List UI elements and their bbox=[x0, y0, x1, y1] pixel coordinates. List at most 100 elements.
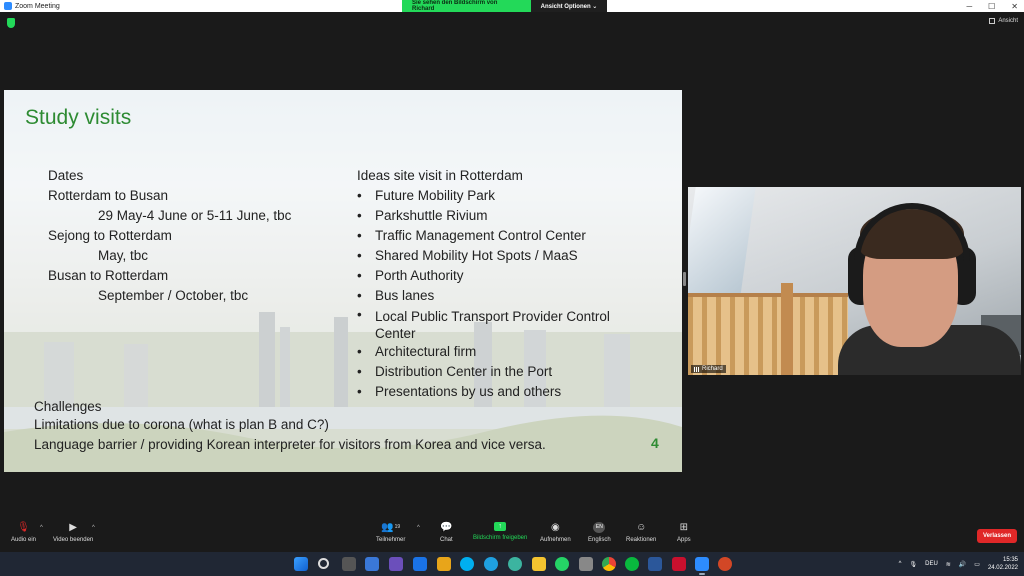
reactions-button[interactable]: ☺ Reaktionen bbox=[626, 522, 656, 543]
outlook-icon[interactable] bbox=[413, 557, 427, 571]
audio-options-caret[interactable]: ^ bbox=[40, 525, 43, 531]
maximize-button[interactable]: ☐ bbox=[988, 2, 995, 11]
list-item: Distribution Center in the Port bbox=[355, 362, 610, 382]
chat-label: Chat bbox=[440, 537, 453, 543]
ideas-column: Ideas site visit in Rotterdam Future Mob… bbox=[355, 166, 610, 402]
video-railing bbox=[688, 297, 848, 375]
app-icon[interactable] bbox=[579, 557, 593, 571]
signal-bars-icon bbox=[694, 366, 700, 372]
close-button[interactable]: ✕ bbox=[1011, 2, 1018, 11]
audio-label: Audio ein bbox=[11, 537, 37, 543]
zoom-active-indicator bbox=[699, 573, 705, 575]
keyboard-language[interactable]: DEU bbox=[925, 561, 938, 567]
clock[interactable]: 15:35 24.02.2022 bbox=[988, 556, 1018, 572]
dates-line: May, tbc bbox=[98, 248, 149, 263]
leave-button[interactable]: Verlassen bbox=[977, 529, 1017, 543]
shield-icon[interactable] bbox=[7, 18, 15, 28]
list-item: Bus lanes bbox=[355, 286, 610, 306]
task-view-icon[interactable] bbox=[342, 557, 356, 571]
list-item: Local Public Transport Provider Control bbox=[355, 306, 610, 325]
zoom-icon[interactable] bbox=[695, 557, 709, 571]
apps-icon: ⊞ bbox=[679, 522, 689, 533]
search-icon[interactable] bbox=[318, 558, 329, 569]
folder-icon[interactable] bbox=[532, 557, 546, 571]
minimize-button[interactable]: ─ bbox=[966, 2, 972, 11]
record-icon: ◉ bbox=[550, 522, 560, 533]
list-item: Porth Authority bbox=[355, 266, 610, 286]
challenge-line: Limitations due to corona (what is plan … bbox=[34, 417, 329, 432]
wifi-icon[interactable]: ≋ bbox=[946, 561, 951, 568]
file-explorer-icon[interactable] bbox=[437, 557, 451, 571]
grid-icon bbox=[989, 18, 996, 24]
challenge-line: Language barrier / providing Korean inte… bbox=[34, 437, 546, 452]
system-tray: ^ 🎙 DEU ≋ 🔊 ▭ 15:35 24.02.2022 bbox=[899, 552, 1018, 576]
apps-button[interactable]: ⊞ Apps bbox=[677, 522, 691, 543]
video-button[interactable]: ▶ Video beenden bbox=[53, 522, 93, 543]
volume-icon[interactable]: 🔊 bbox=[959, 561, 966, 568]
video-options-caret[interactable]: ^ bbox=[92, 525, 95, 531]
window-title: Zoom Meeting bbox=[15, 2, 60, 10]
skype-icon[interactable] bbox=[460, 557, 474, 571]
pdf-icon[interactable] bbox=[672, 557, 686, 571]
video-icon: ▶ bbox=[69, 522, 77, 533]
dates-line: Busan to Rotterdam bbox=[48, 268, 169, 283]
participant-name: Richard bbox=[702, 366, 723, 372]
edge-icon[interactable] bbox=[484, 557, 498, 571]
dates-line: Rotterdam to Busan bbox=[48, 188, 169, 203]
splitter-handle[interactable] bbox=[683, 272, 686, 286]
video-post bbox=[781, 283, 793, 375]
list-item: Shared Mobility Hot Spots / MaaS bbox=[355, 246, 610, 266]
video-label: Video beenden bbox=[53, 537, 94, 543]
browser-icon[interactable] bbox=[508, 557, 522, 571]
chat-button[interactable]: 💬 Chat bbox=[440, 522, 453, 543]
battery-icon[interactable]: ▭ bbox=[974, 561, 980, 568]
participants-count: 19 bbox=[394, 524, 401, 530]
meeting-toolbar: 🎙 Audio ein ^ ▶ Video beenden ^ 👥 19 Teil… bbox=[0, 518, 1024, 552]
mic-muted-icon: 🎙 bbox=[17, 522, 30, 533]
apps-label: Apps bbox=[677, 537, 691, 543]
windows-start-icon[interactable] bbox=[294, 557, 308, 571]
windows-taskbar: ^ 🎙 DEU ≋ 🔊 ▭ 15:35 24.02.2022 bbox=[0, 552, 1024, 576]
clock-time: 15:35 bbox=[1002, 557, 1018, 563]
dates-line: Sejong to Rotterdam bbox=[48, 228, 172, 243]
wechat-icon[interactable] bbox=[625, 557, 639, 571]
chevron-up-icon[interactable]: ^ bbox=[899, 561, 902, 567]
reactions-label: Reaktionen bbox=[626, 537, 657, 543]
meeting-top-bar: Ansicht bbox=[0, 12, 1024, 34]
audio-button[interactable]: 🎙 Audio ein bbox=[11, 522, 36, 543]
chrome-icon[interactable] bbox=[602, 557, 616, 571]
share-screen-label: Bildschirm freigeben bbox=[473, 535, 528, 541]
view-options-button[interactable]: Ansicht Optionen ⌄ bbox=[531, 0, 607, 12]
list-item: Parkshuttle Rivium bbox=[355, 206, 610, 226]
chat-icon: 💬 bbox=[440, 522, 453, 533]
whatsapp-icon[interactable] bbox=[555, 557, 569, 571]
slide-title: Study visits bbox=[25, 106, 132, 129]
ideas-heading: Ideas site visit in Rotterdam bbox=[357, 168, 523, 183]
share-screen-icon: ↑ bbox=[494, 522, 507, 531]
view-label: Ansicht bbox=[998, 18, 1018, 24]
list-item: Architectural firm bbox=[355, 342, 610, 362]
list-item: Future Mobility Park bbox=[355, 186, 610, 206]
share-banner: Sie sehen den Bildschirm von Richard bbox=[402, 0, 531, 12]
word-icon[interactable] bbox=[648, 557, 662, 571]
widgets-icon[interactable] bbox=[365, 557, 379, 571]
interpretation-button[interactable]: EN Englisch bbox=[588, 522, 611, 543]
record-button[interactable]: ◉ Aufnehmen bbox=[540, 522, 571, 543]
teams-icon[interactable] bbox=[389, 557, 403, 571]
window-controls: ─ ☐ ✕ bbox=[966, 0, 1018, 12]
share-screen-button[interactable]: ↑ Bildschirm freigeben bbox=[473, 522, 527, 541]
participants-options-caret[interactable]: ^ bbox=[417, 525, 420, 531]
list-item: Traffic Management Control Center bbox=[355, 226, 610, 246]
participant-name-tag: Richard bbox=[691, 365, 726, 373]
powerpoint-icon[interactable] bbox=[718, 557, 732, 571]
reactions-icon: ☺ bbox=[636, 522, 647, 533]
participants-button[interactable]: 👥 19 Teilnehmer bbox=[376, 522, 405, 543]
participant-video[interactable]: Richard bbox=[688, 187, 1021, 375]
zoom-app-icon bbox=[4, 2, 12, 10]
microphone-icon[interactable]: 🎙 bbox=[909, 561, 917, 568]
view-button[interactable]: Ansicht bbox=[989, 18, 1018, 24]
challenges-heading: Challenges bbox=[34, 399, 102, 414]
shared-screen: Study visits Dates Rotterdam to Busan 29… bbox=[4, 90, 682, 472]
dates-line: September / October, tbc bbox=[98, 288, 249, 303]
dates-column: Dates Rotterdam to Busan 29 May-4 June o… bbox=[48, 166, 291, 306]
